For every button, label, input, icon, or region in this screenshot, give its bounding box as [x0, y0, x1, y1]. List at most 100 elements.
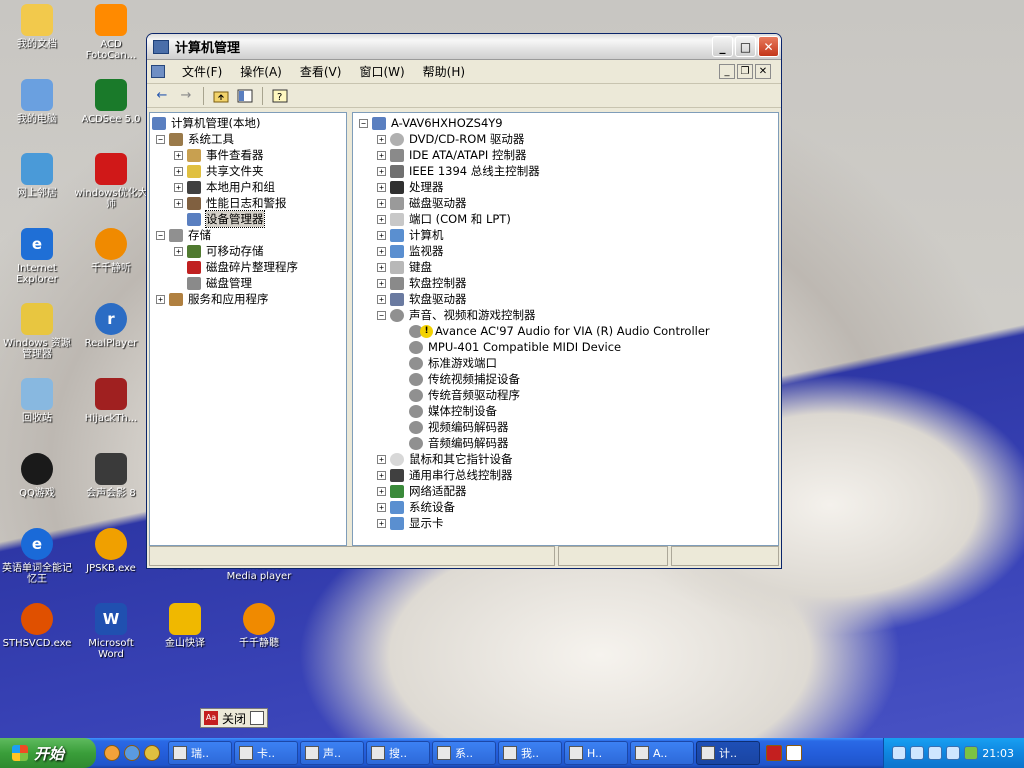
device-item-warning[interactable]: ! Avance AC'97 Audio for VIA (R) Audio Co… — [409, 323, 710, 339]
device-category[interactable]: + 显示卡 — [377, 515, 444, 531]
tray-icon[interactable] — [964, 746, 979, 760]
expand-icon[interactable]: + — [377, 294, 386, 304]
expand-icon[interactable]: + — [377, 486, 386, 496]
device-category[interactable]: + 网络适配器 — [377, 483, 467, 499]
device-item[interactable]: 媒体控制设备 — [409, 403, 497, 419]
task-button[interactable]: 瑞.. — [168, 741, 232, 765]
mmc-icon[interactable] — [151, 65, 165, 78]
device-item[interactable]: MPU-401 Compatible MIDI Device — [409, 339, 621, 355]
close-popup[interactable]: Aa 关闭 — [200, 708, 269, 728]
device-category[interactable]: + 软盘驱动器 — [377, 291, 467, 307]
tree-node[interactable]: + 事件查看器 — [174, 147, 264, 163]
desktop-icon-explorer[interactable]: Windows 资源管理器 — [0, 303, 74, 360]
device-category[interactable]: + 处理器 — [377, 179, 444, 195]
device-tree[interactable]: − A-VAV6HXHOZS4Y9 + DVD/CD-ROM 驱动器 + IDE AT… — [352, 112, 779, 546]
forward-icon[interactable]: → — [177, 87, 195, 105]
expand-icon[interactable]: + — [377, 182, 386, 192]
title-bar[interactable]: 计算机管理 _ □ ✕ — [147, 34, 781, 60]
desktop-icon-ttplayer-2[interactable]: 千千静聽 — [222, 603, 296, 649]
menu-view[interactable]: 查看(V) — [291, 63, 351, 80]
expand-icon[interactable]: + — [377, 502, 386, 512]
desktop-icon-recycle-bin[interactable]: 回收站 — [0, 378, 74, 424]
tray-icon[interactable] — [910, 746, 925, 760]
tree-node[interactable]: + 服务和应用程序 — [156, 291, 269, 307]
app-icon[interactable] — [766, 745, 782, 761]
help-icon[interactable] — [786, 745, 802, 761]
help-icon[interactable]: ? — [271, 87, 289, 105]
minimize-button[interactable]: _ — [712, 36, 733, 57]
mdi-close-button[interactable]: ✕ — [755, 64, 771, 79]
device-root[interactable]: − A-VAV6HXHOZS4Y9 — [359, 115, 503, 131]
desktop-icon-ie[interactable]: e Internet Explorer — [0, 228, 74, 285]
device-category[interactable]: + 通用串行总线控制器 — [377, 467, 513, 483]
device-item[interactable]: 传统音频驱动程序 — [409, 387, 520, 403]
mdi-restore-button[interactable]: ❐ — [737, 64, 753, 79]
collapse-icon[interactable]: − — [377, 310, 386, 320]
device-category[interactable]: + 键盘 — [377, 259, 432, 275]
expand-icon[interactable]: + — [377, 150, 386, 160]
collapse-icon[interactable]: − — [156, 134, 165, 144]
desktop-icon-realplayer[interactable]: r RealPlayer — [74, 303, 148, 349]
device-category[interactable]: + 计算机 — [377, 227, 444, 243]
device-category[interactable]: + 磁盘驱动器 — [377, 195, 467, 211]
tray-icon[interactable] — [892, 746, 907, 760]
tree-node[interactable]: 磁盘管理 — [174, 275, 252, 291]
expand-icon[interactable]: + — [156, 294, 165, 304]
desktop-icon-windows-optimizer[interactable]: windows优化大师 — [74, 153, 148, 210]
expand-icon[interactable]: + — [377, 262, 386, 272]
task-button[interactable]: 卡.. — [234, 741, 298, 765]
quicklaunch-icon[interactable] — [104, 745, 120, 761]
clock[interactable]: 21:03 — [982, 747, 1014, 760]
device-category[interactable]: + IDE ATA/ATAPI 控制器 — [377, 147, 526, 163]
desktop-icon-word[interactable]: W Microsoft Word — [74, 603, 148, 660]
device-category[interactable]: + 软盘控制器 — [377, 275, 467, 291]
desktop-icon-videostudio[interactable]: 会声会影 8 — [74, 453, 148, 499]
device-item[interactable]: 音频编码解码器 — [409, 435, 509, 451]
tray-icon[interactable] — [928, 746, 943, 760]
tray-icon[interactable] — [946, 746, 961, 760]
device-item[interactable]: 标准游戏端口 — [409, 355, 497, 371]
desktop-icon-jinshan[interactable]: 金山快译 — [148, 603, 222, 649]
desktop-icon-my-documents[interactable]: 我的文档 — [0, 4, 74, 50]
expand-icon[interactable]: + — [377, 246, 386, 256]
start-button[interactable]: 开始 — [0, 738, 96, 768]
quicklaunch-icon[interactable] — [144, 745, 160, 761]
device-category[interactable]: + 系统设备 — [377, 499, 455, 515]
task-button[interactable]: 搜.. — [366, 741, 430, 765]
desktop-icon-qq-games[interactable]: QQ游戏 — [0, 453, 74, 499]
device-category[interactable]: + 端口 (COM 和 LPT) — [377, 211, 511, 227]
tree-node[interactable]: − 系统工具 — [156, 131, 234, 147]
expand-icon[interactable]: + — [377, 230, 386, 240]
menu-action[interactable]: 操作(A) — [231, 63, 291, 80]
device-item[interactable]: 传统视频捕捉设备 — [409, 371, 520, 387]
device-category[interactable]: + 鼠标和其它指针设备 — [377, 451, 513, 467]
device-category[interactable]: + IEEE 1394 总线主控制器 — [377, 163, 540, 179]
collapse-icon[interactable]: − — [359, 118, 368, 128]
expand-icon[interactable]: + — [174, 246, 183, 256]
desktop-icon-jpskb[interactable]: JPSKB.exe — [74, 528, 148, 574]
expand-icon[interactable]: + — [377, 214, 386, 224]
tree-node[interactable]: 计算机管理(本地) — [152, 115, 260, 131]
expand-icon[interactable]: + — [377, 198, 386, 208]
expand-icon[interactable]: + — [174, 182, 183, 192]
tree-node[interactable]: − 存储 — [156, 227, 211, 243]
collapse-icon[interactable]: − — [156, 230, 165, 240]
desktop-icon-ttplayer[interactable]: 千千静听 — [74, 228, 148, 274]
task-button[interactable]: 系.. — [432, 741, 496, 765]
desktop-icon-sthsvcd[interactable]: STHSVCD.exe — [0, 603, 74, 649]
desktop-icon-acd-fotocanvas[interactable]: ACD FotoCan... — [74, 4, 148, 61]
expand-icon[interactable]: + — [377, 166, 386, 176]
expand-icon[interactable]: + — [377, 518, 386, 528]
expand-icon[interactable]: + — [174, 150, 183, 160]
close-button[interactable]: ✕ — [758, 36, 779, 57]
tree-node[interactable]: + 性能日志和警报 — [174, 195, 287, 211]
desktop-icon-my-computer[interactable]: 我的电脑 — [0, 79, 74, 125]
tree-node[interactable]: + 可移动存储 — [174, 243, 264, 259]
device-category[interactable]: + DVD/CD-ROM 驱动器 — [377, 131, 524, 147]
desktop-icon-english-words[interactable]: e 英语单词全能记忆王 — [0, 528, 74, 585]
task-button[interactable]: 声.. — [300, 741, 364, 765]
device-category-expanded[interactable]: − 声音、视频和游戏控制器 — [377, 307, 536, 323]
desktop-icon-network[interactable]: 网上邻居 — [0, 153, 74, 199]
desktop-icon-acdsee[interactable]: ACDSee 5.0 — [74, 79, 148, 125]
quicklaunch-icon[interactable] — [124, 745, 140, 761]
